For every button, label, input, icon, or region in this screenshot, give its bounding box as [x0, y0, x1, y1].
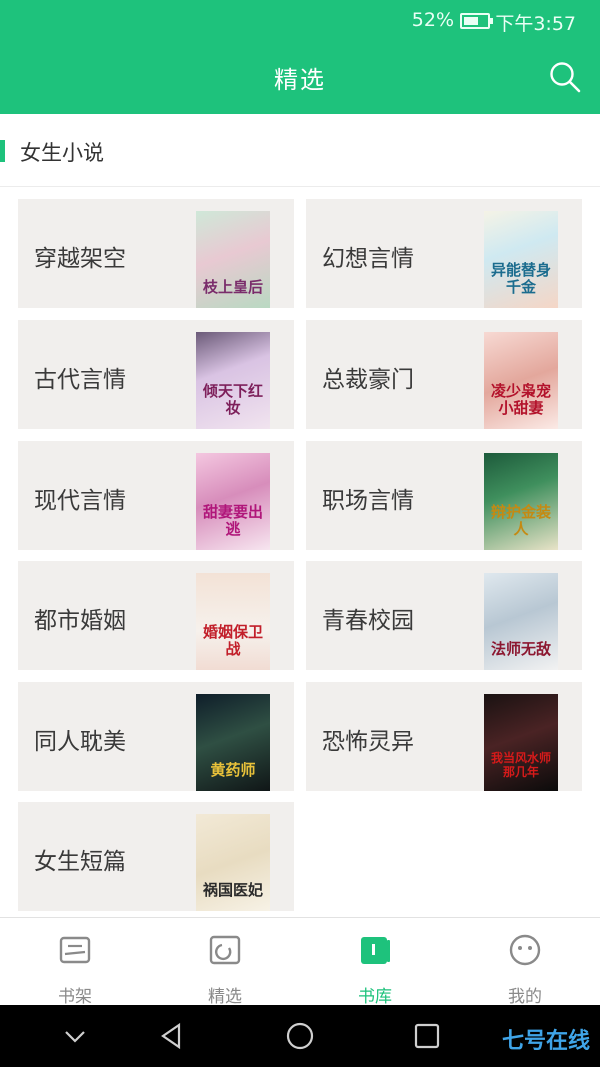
category-card-2[interactable]: 古代言情 倾天下红妆 [18, 320, 294, 429]
search-button[interactable] [548, 60, 582, 94]
book-cover: 黄药师 [196, 694, 270, 791]
category-label: 青春校园 [322, 608, 414, 634]
book-cover: 婚姻保卫战 [196, 573, 270, 670]
category-label: 总裁豪门 [322, 367, 414, 393]
tab-bookshelf[interactable]: 书架 [0, 918, 150, 1007]
category-label: 职场言情 [322, 488, 414, 514]
category-card-9[interactable]: 恐怖灵异 我当风水师那几年 [306, 682, 582, 791]
category-label: 穿越架空 [34, 246, 126, 272]
tab-featured[interactable]: 精选 [150, 918, 300, 1007]
book-cover: 法师无敌 [484, 573, 558, 670]
section-accent-bar [0, 140, 5, 162]
cover-title: 辩护金装人 [490, 503, 551, 538]
category-card-10[interactable]: 女生短篇 祸国医妃 [18, 802, 294, 911]
book-cover: 甜妻要出逃 [196, 453, 270, 550]
cover-title: 祸国医妃 [202, 881, 263, 899]
recents-icon[interactable] [410, 1019, 444, 1053]
tab-label: 书架 [58, 987, 92, 1007]
section-header: 女生小说 [0, 114, 600, 187]
book-cover: 我当风水师那几年 [484, 694, 558, 791]
category-label: 同人耽美 [34, 729, 126, 755]
search-icon [550, 62, 581, 93]
category-card-7[interactable]: 青春校园 法师无敌 [306, 561, 582, 670]
book-cover: 辩护金装人 [484, 453, 558, 550]
app-header: 52% 下午3:57 精选 [0, 0, 600, 114]
cover-title: 婚姻保卫战 [202, 623, 263, 658]
tab-label: 我的 [508, 987, 542, 1007]
tab-profile[interactable]: 我的 [450, 918, 600, 1007]
chevron-down-icon[interactable] [58, 1019, 92, 1053]
book-cover: 倾天下红妆 [196, 332, 270, 429]
category-card-0[interactable]: 穿越架空 枝上皇后 [18, 199, 294, 308]
category-label: 恐怖灵异 [322, 729, 414, 755]
cover-title: 异能替身千金 [490, 261, 551, 296]
tab-label: 精选 [208, 987, 242, 1007]
category-card-1[interactable]: 幻想言情 异能替身千金 [306, 199, 582, 308]
battery-icon [460, 13, 493, 29]
cover-title: 枝上皇后 [202, 278, 263, 296]
category-card-4[interactable]: 现代言情 甜妻要出逃 [18, 441, 294, 550]
book-cover: 异能替身千金 [484, 211, 558, 308]
category-grid: 穿越架空 枝上皇后 幻想言情 异能替身千金 古代言情 倾天下红妆 总裁豪门 凌少… [0, 187, 600, 917]
tab-library[interactable]: 书库 [300, 918, 450, 1007]
category-label: 古代言情 [34, 367, 126, 393]
cover-title: 黄药师 [210, 761, 256, 779]
status-bar: 52% 下午3:57 [0, 0, 600, 40]
bottom-tab-bar: 书架 精选 书库 我的 [0, 917, 600, 1007]
bookshelf-icon [59, 936, 91, 964]
status-time: 下午3:57 [495, 13, 576, 35]
cover-title: 我当风水师那几年 [490, 751, 551, 779]
watermark: 七号在线 [501, 1029, 590, 1054]
page-title: 精选 [274, 66, 326, 94]
battery-percent: 52% [411, 9, 454, 31]
category-card-3[interactable]: 总裁豪门 凌少枭宠小甜妻 [306, 320, 582, 429]
home-icon[interactable] [283, 1019, 317, 1053]
cover-title: 甜妻要出逃 [202, 503, 263, 538]
cover-title: 倾天下红妆 [202, 382, 263, 417]
book-cover: 凌少枭宠小甜妻 [484, 332, 558, 429]
tab-label: 书库 [358, 987, 392, 1007]
category-card-5[interactable]: 职场言情 辩护金装人 [306, 441, 582, 550]
back-icon[interactable] [155, 1019, 189, 1053]
featured-icon [209, 935, 241, 965]
library-icon [361, 937, 390, 964]
system-navigation-bar: 七号在线 [0, 1005, 600, 1067]
book-cover: 枝上皇后 [196, 211, 270, 308]
category-label: 都市婚姻 [34, 608, 126, 634]
book-cover: 祸国医妃 [196, 814, 270, 911]
category-card-6[interactable]: 都市婚姻 婚姻保卫战 [18, 561, 294, 670]
category-label: 幻想言情 [322, 246, 414, 272]
category-label: 现代言情 [34, 488, 126, 514]
section-title: 女生小说 [20, 141, 104, 165]
category-label: 女生短篇 [34, 849, 126, 875]
cover-title: 凌少枭宠小甜妻 [490, 382, 551, 417]
category-card-8[interactable]: 同人耽美 黄药师 [18, 682, 294, 791]
profile-icon [509, 934, 541, 966]
cover-title: 法师无敌 [490, 640, 551, 658]
